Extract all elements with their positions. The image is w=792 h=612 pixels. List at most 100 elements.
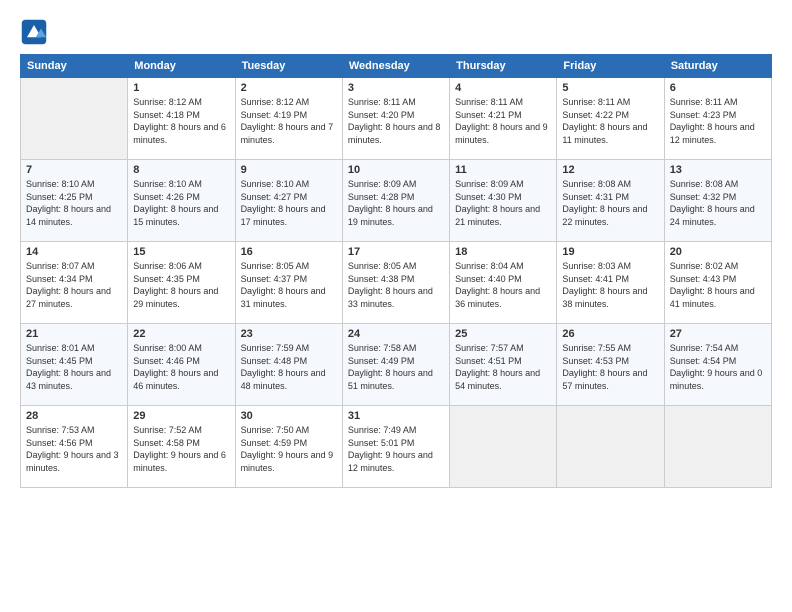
day-number: 14 (26, 246, 122, 258)
calendar-cell: 8Sunrise: 8:10 AMSunset: 4:26 PMDaylight… (128, 160, 235, 242)
day-number: 15 (133, 246, 229, 258)
calendar-week-row: 7Sunrise: 8:10 AMSunset: 4:25 PMDaylight… (21, 160, 772, 242)
calendar-week-row: 28 Sunrise: 7:53 AMSunset: 4:56 PMDayligh… (21, 406, 772, 488)
day-info: Sunrise: 7:52 AMSunset: 4:58 PMDaylight:… (133, 424, 229, 474)
day-info: Sunrise: 7:57 AMSunset: 4:51 PMDaylight:… (455, 342, 551, 392)
calendar-cell: 16 Sunrise: 8:05 AMSunset: 4:37 PMDayligh… (235, 242, 342, 324)
calendar-cell (664, 406, 771, 488)
day-info: Sunrise: 8:10 AMSunset: 4:25 PMDaylight:… (26, 178, 122, 228)
day-number: 30 (241, 410, 337, 422)
day-number: 24 (348, 328, 444, 340)
day-info: Sunrise: 7:59 AMSunset: 4:48 PMDaylight:… (241, 342, 337, 392)
calendar-cell: 26Sunrise: 7:55 AMSunset: 4:53 PMDayligh… (557, 324, 664, 406)
calendar-cell (21, 78, 128, 160)
weekday-header-friday: Friday (557, 55, 664, 78)
day-info: Sunrise: 7:49 AMSunset: 5:01 PMDaylight:… (348, 424, 444, 474)
day-info: Sunrise: 8:06 AMSunset: 4:35 PMDaylight:… (133, 260, 229, 310)
day-info: Sunrise: 8:11 AMSunset: 4:21 PMDaylight:… (455, 96, 551, 146)
day-info: Sunrise: 8:01 AMSunset: 4:45 PMDaylight:… (26, 342, 122, 392)
weekday-header-tuesday: Tuesday (235, 55, 342, 78)
header (20, 18, 772, 46)
day-info: Sunrise: 8:07 AMSunset: 4:34 PMDaylight:… (26, 260, 122, 310)
calendar-cell (557, 406, 664, 488)
calendar-cell: 4Sunrise: 8:11 AMSunset: 4:21 PMDaylight… (450, 78, 557, 160)
day-number: 21 (26, 328, 122, 340)
calendar-cell: 31 Sunrise: 7:49 AMSunset: 5:01 PMDayligh… (342, 406, 449, 488)
day-info: Sunrise: 8:05 AMSunset: 4:37 PMDaylight:… (241, 260, 337, 310)
day-info: Sunrise: 7:58 AMSunset: 4:49 PMDaylight:… (348, 342, 444, 392)
day-number: 18 (455, 246, 551, 258)
day-number: 6 (670, 82, 766, 94)
day-number: 1 (133, 82, 229, 94)
day-info: Sunrise: 8:05 AMSunset: 4:38 PMDaylight:… (348, 260, 444, 310)
calendar-cell: 19 Sunrise: 8:03 AMSunset: 4:41 PMDayligh… (557, 242, 664, 324)
calendar-week-row: 21 Sunrise: 8:01 AMSunset: 4:45 PMDayligh… (21, 324, 772, 406)
day-number: 27 (670, 328, 766, 340)
calendar-cell: 22 Sunrise: 8:00 AMSunset: 4:46 PMDayligh… (128, 324, 235, 406)
day-info: Sunrise: 7:53 AMSunset: 4:56 PMDaylight:… (26, 424, 122, 474)
calendar-cell: 25 Sunrise: 7:57 AMSunset: 4:51 PMDayligh… (450, 324, 557, 406)
calendar-cell: 11Sunrise: 8:09 AMSunset: 4:30 PMDayligh… (450, 160, 557, 242)
day-info: Sunrise: 8:08 AMSunset: 4:32 PMDaylight:… (670, 178, 766, 228)
day-info: Sunrise: 7:50 AMSunset: 4:59 PMDaylight:… (241, 424, 337, 474)
day-info: Sunrise: 8:11 AMSunset: 4:20 PMDaylight:… (348, 96, 444, 146)
day-number: 22 (133, 328, 229, 340)
day-info: Sunrise: 8:00 AMSunset: 4:46 PMDaylight:… (133, 342, 229, 392)
day-number: 29 (133, 410, 229, 422)
calendar-cell: 3 Sunrise: 8:11 AMSunset: 4:20 PMDaylight… (342, 78, 449, 160)
weekday-header-sunday: Sunday (21, 55, 128, 78)
day-number: 19 (562, 246, 658, 258)
calendar-week-row: 1 Sunrise: 8:12 AMSunset: 4:18 PMDaylight… (21, 78, 772, 160)
logo (20, 18, 52, 46)
calendar-cell: 30 Sunrise: 7:50 AMSunset: 4:59 PMDayligh… (235, 406, 342, 488)
calendar-cell: 15 Sunrise: 8:06 AMSunset: 4:35 PMDayligh… (128, 242, 235, 324)
calendar-cell: 21 Sunrise: 8:01 AMSunset: 4:45 PMDayligh… (21, 324, 128, 406)
day-number: 25 (455, 328, 551, 340)
day-number: 5 (562, 82, 658, 94)
day-info: Sunrise: 8:03 AMSunset: 4:41 PMDaylight:… (562, 260, 658, 310)
day-info: Sunrise: 8:11 AMSunset: 4:23 PMDaylight:… (670, 96, 766, 146)
day-info: Sunrise: 7:55 AMSunset: 4:53 PMDaylight:… (562, 342, 658, 392)
day-number: 17 (348, 246, 444, 258)
calendar-table: SundayMondayTuesdayWednesdayThursdayFrid… (20, 54, 772, 488)
day-info: Sunrise: 7:54 AMSunset: 4:54 PMDaylight:… (670, 342, 766, 392)
calendar-cell: 9Sunrise: 8:10 AMSunset: 4:27 PMDaylight… (235, 160, 342, 242)
day-info: Sunrise: 8:09 AMSunset: 4:28 PMDaylight:… (348, 178, 444, 228)
calendar-cell: 10Sunrise: 8:09 AMSunset: 4:28 PMDayligh… (342, 160, 449, 242)
calendar-cell: 24 Sunrise: 7:58 AMSunset: 4:49 PMDayligh… (342, 324, 449, 406)
calendar-cell: 14 Sunrise: 8:07 AMSunset: 4:34 PMDayligh… (21, 242, 128, 324)
day-info: Sunrise: 8:11 AMSunset: 4:22 PMDaylight:… (562, 96, 658, 146)
calendar-cell: 1 Sunrise: 8:12 AMSunset: 4:18 PMDaylight… (128, 78, 235, 160)
logo-icon (20, 18, 48, 46)
calendar-cell: 17 Sunrise: 8:05 AMSunset: 4:38 PMDayligh… (342, 242, 449, 324)
calendar-cell: 13 Sunrise: 8:08 AMSunset: 4:32 PMDayligh… (664, 160, 771, 242)
day-number: 20 (670, 246, 766, 258)
calendar-cell: 28 Sunrise: 7:53 AMSunset: 4:56 PMDayligh… (21, 406, 128, 488)
calendar-cell: 6 Sunrise: 8:11 AMSunset: 4:23 PMDaylight… (664, 78, 771, 160)
calendar-cell: 12 Sunrise: 8:08 AMSunset: 4:31 PMDayligh… (557, 160, 664, 242)
day-number: 16 (241, 246, 337, 258)
day-info: Sunrise: 8:12 AMSunset: 4:18 PMDaylight:… (133, 96, 229, 146)
calendar-cell: 29 Sunrise: 7:52 AMSunset: 4:58 PMDayligh… (128, 406, 235, 488)
weekday-header-wednesday: Wednesday (342, 55, 449, 78)
calendar-cell: 5 Sunrise: 8:11 AMSunset: 4:22 PMDaylight… (557, 78, 664, 160)
day-number: 3 (348, 82, 444, 94)
calendar-cell: 23 Sunrise: 7:59 AMSunset: 4:48 PMDayligh… (235, 324, 342, 406)
weekday-header-thursday: Thursday (450, 55, 557, 78)
calendar-cell: 7Sunrise: 8:10 AMSunset: 4:25 PMDaylight… (21, 160, 128, 242)
calendar-cell: 2Sunrise: 8:12 AMSunset: 4:19 PMDaylight… (235, 78, 342, 160)
day-number: 28 (26, 410, 122, 422)
day-number: 12 (562, 164, 658, 176)
calendar-cell: 18Sunrise: 8:04 AMSunset: 4:40 PMDayligh… (450, 242, 557, 324)
day-number: 31 (348, 410, 444, 422)
day-number: 13 (670, 164, 766, 176)
day-number: 2 (241, 82, 337, 94)
day-info: Sunrise: 8:02 AMSunset: 4:43 PMDaylight:… (670, 260, 766, 310)
calendar-cell: 20 Sunrise: 8:02 AMSunset: 4:43 PMDayligh… (664, 242, 771, 324)
day-info: Sunrise: 8:10 AMSunset: 4:27 PMDaylight:… (241, 178, 337, 228)
day-info: Sunrise: 8:08 AMSunset: 4:31 PMDaylight:… (562, 178, 658, 228)
day-info: Sunrise: 8:09 AMSunset: 4:30 PMDaylight:… (455, 178, 551, 228)
day-number: 8 (133, 164, 229, 176)
calendar-week-row: 14 Sunrise: 8:07 AMSunset: 4:34 PMDayligh… (21, 242, 772, 324)
day-number: 23 (241, 328, 337, 340)
